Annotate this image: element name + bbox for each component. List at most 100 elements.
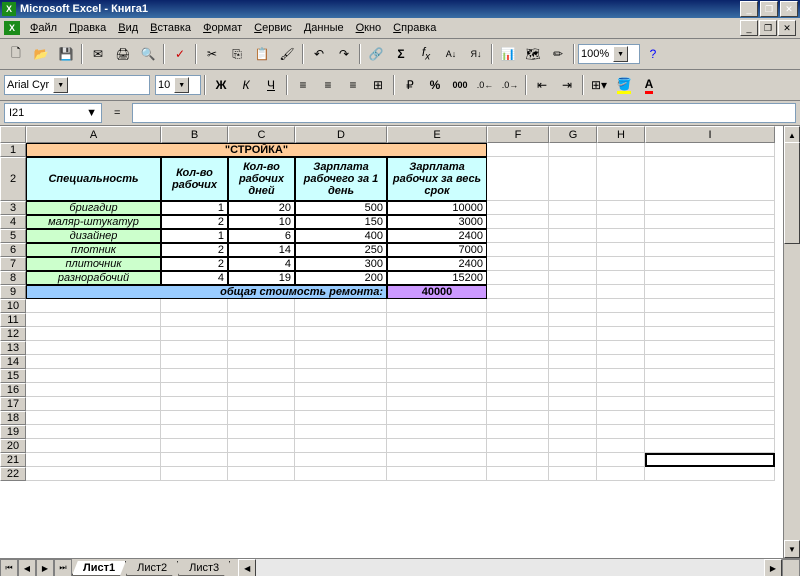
decrease-indent-button[interactable]: ⇤	[530, 73, 554, 97]
cell-G10[interactable]	[549, 299, 597, 313]
cell-I9[interactable]	[645, 285, 775, 299]
cell-I19[interactable]	[645, 425, 775, 439]
cell-F22[interactable]	[487, 467, 549, 481]
cell-G8[interactable]	[549, 271, 597, 285]
row-header-19[interactable]: 19	[0, 425, 26, 439]
cut-button[interactable]: ✂	[200, 42, 224, 66]
cell-A17[interactable]	[26, 397, 161, 411]
cell-B10[interactable]	[161, 299, 228, 313]
row-header-11[interactable]: 11	[0, 313, 26, 327]
paste-button[interactable]: 📋	[250, 42, 274, 66]
cell-H17[interactable]	[597, 397, 645, 411]
currency-button[interactable]: ₽	[398, 73, 422, 97]
cell-val-4-1[interactable]: 4	[228, 257, 295, 271]
cell-B20[interactable]	[161, 439, 228, 453]
function-button[interactable]: fx	[414, 42, 438, 66]
cell-F11[interactable]	[487, 313, 549, 327]
cell-C21[interactable]	[228, 453, 295, 467]
cell-H5[interactable]	[597, 229, 645, 243]
sheet-tab-Лист1[interactable]: Лист1	[72, 561, 126, 576]
underline-button[interactable]: Ч	[259, 73, 283, 97]
cell-I7[interactable]	[645, 257, 775, 271]
row-header-22[interactable]: 22	[0, 467, 26, 481]
cell-D21[interactable]	[295, 453, 387, 467]
cell-D15[interactable]	[295, 369, 387, 383]
cell-val-1-2[interactable]: 150	[295, 215, 387, 229]
cell-val-3-0[interactable]: 2	[161, 243, 228, 257]
spreadsheet-grid[interactable]: ABCDEFGHI 123456789101112131415161718192…	[0, 126, 800, 558]
sort-desc-button[interactable]: Я↓	[464, 42, 488, 66]
cell-E20[interactable]	[387, 439, 487, 453]
cell-H14[interactable]	[597, 355, 645, 369]
cell-G3[interactable]	[549, 201, 597, 215]
row-header-5[interactable]: 5	[0, 229, 26, 243]
bold-button[interactable]: Ж	[209, 73, 233, 97]
help-button[interactable]: ?	[641, 42, 665, 66]
cell-G13[interactable]	[549, 341, 597, 355]
cell-title[interactable]: "СТРОЙКА"	[26, 143, 487, 157]
merge-button[interactable]: ⊞	[366, 73, 390, 97]
increase-decimal-button[interactable]: .0←	[473, 73, 497, 97]
cell-val-1-1[interactable]: 10	[228, 215, 295, 229]
cell-F16[interactable]	[487, 383, 549, 397]
cell-val-3-1[interactable]: 14	[228, 243, 295, 257]
row-header-16[interactable]: 16	[0, 383, 26, 397]
tab-first-button[interactable]: ⏮	[0, 559, 18, 576]
row-header-17[interactable]: 17	[0, 397, 26, 411]
cell-val-0-1[interactable]: 20	[228, 201, 295, 215]
row-header-6[interactable]: 6	[0, 243, 26, 257]
scroll-thumb[interactable]	[784, 142, 800, 244]
chart-button[interactable]: 📊	[496, 42, 520, 66]
cell-H10[interactable]	[597, 299, 645, 313]
cell-val-1-3[interactable]: 3000	[387, 215, 487, 229]
maximize-button[interactable]: ❐	[760, 1, 778, 17]
cell-E17[interactable]	[387, 397, 487, 411]
cell-B11[interactable]	[161, 313, 228, 327]
cell-F4[interactable]	[487, 215, 549, 229]
cell-G22[interactable]	[549, 467, 597, 481]
align-left-button[interactable]: ≡	[291, 73, 315, 97]
cell-D11[interactable]	[295, 313, 387, 327]
cell-I10[interactable]	[645, 299, 775, 313]
cell-I12[interactable]	[645, 327, 775, 341]
cell-I2[interactable]	[645, 157, 775, 201]
workbook-icon[interactable]: X	[4, 21, 20, 35]
cell-header-1[interactable]: Кол-во рабочих	[161, 157, 228, 201]
cell-val-0-3[interactable]: 10000	[387, 201, 487, 215]
cell-D18[interactable]	[295, 411, 387, 425]
cell-label-3[interactable]: плотник	[26, 243, 161, 257]
cell-I20[interactable]	[645, 439, 775, 453]
menu-Вид[interactable]: Вид	[112, 20, 144, 36]
col-header-I[interactable]: I	[645, 126, 775, 143]
select-all-corner[interactable]	[0, 126, 26, 143]
cell-B12[interactable]	[161, 327, 228, 341]
mail-button[interactable]: ✉	[86, 42, 110, 66]
cell-I8[interactable]	[645, 271, 775, 285]
cell-G12[interactable]	[549, 327, 597, 341]
menu-Данные[interactable]: Данные	[298, 20, 350, 36]
scroll-left-button[interactable]: ◀	[238, 559, 256, 576]
cell-C20[interactable]	[228, 439, 295, 453]
redo-button[interactable]: ↷	[332, 42, 356, 66]
cell-C12[interactable]	[228, 327, 295, 341]
cell-B18[interactable]	[161, 411, 228, 425]
spelling-button[interactable]: ✓	[168, 42, 192, 66]
decrease-decimal-button[interactable]: .0→	[498, 73, 522, 97]
cell-H12[interactable]	[597, 327, 645, 341]
cell-H7[interactable]	[597, 257, 645, 271]
cell-D17[interactable]	[295, 397, 387, 411]
col-header-E[interactable]: E	[387, 126, 487, 143]
cell-I11[interactable]	[645, 313, 775, 327]
cell-E13[interactable]	[387, 341, 487, 355]
cell-I13[interactable]	[645, 341, 775, 355]
cell-H11[interactable]	[597, 313, 645, 327]
cell-A16[interactable]	[26, 383, 161, 397]
cell-E18[interactable]	[387, 411, 487, 425]
cell-summary-label[interactable]: общая стоимость ремонта:	[26, 285, 387, 299]
cell-B21[interactable]	[161, 453, 228, 467]
cell-G9[interactable]	[549, 285, 597, 299]
cell-E22[interactable]	[387, 467, 487, 481]
cell-E21[interactable]	[387, 453, 487, 467]
sheet-tab-Лист2[interactable]: Лист2	[126, 561, 178, 576]
new-button[interactable]: 🗋	[4, 42, 28, 66]
